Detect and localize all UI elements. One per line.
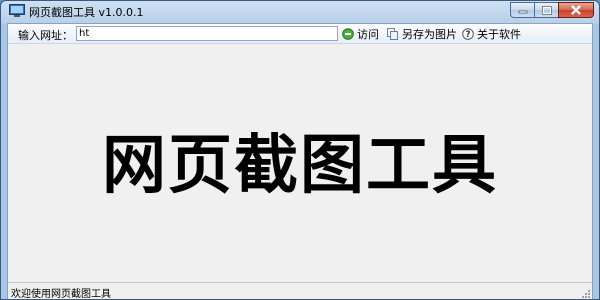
copy-page-icon <box>387 27 398 40</box>
status-text: 欢迎使用网页截图工具 <box>11 289 111 300</box>
client-area: 输入网址： 访问 另存为图片 ? <box>7 23 593 300</box>
status-bar: 欢迎使用网页截图工具 <box>8 282 592 300</box>
close-button[interactable] <box>558 2 594 18</box>
about-label: 关于软件 <box>477 27 521 41</box>
about-button[interactable]: ? 关于软件 <box>462 26 521 41</box>
help-icon: ? <box>462 27 474 40</box>
app-window: 网页截图工具 v1.0.0.1 输入网址： 访问 <box>0 0 600 300</box>
app-headline: 网页截图工具 <box>102 129 498 203</box>
maximize-icon <box>541 5 552 15</box>
toolbar: 输入网址： 访问 另存为图片 ? <box>8 24 592 44</box>
url-input[interactable] <box>76 26 338 41</box>
minimize-icon <box>518 10 527 14</box>
visit-label: 访问 <box>357 27 379 41</box>
minimize-button[interactable] <box>510 2 535 18</box>
svg-text:?: ? <box>465 30 470 40</box>
title-bar[interactable]: 网页截图工具 v1.0.0.1 <box>1 1 599 21</box>
resize-grip-icon[interactable] <box>581 289 591 299</box>
visit-button[interactable]: 访问 <box>342 26 379 41</box>
save-as-image-button[interactable]: 另存为图片 <box>387 26 457 41</box>
maximize-button[interactable] <box>534 2 559 18</box>
save-as-image-label: 另存为图片 <box>402 27 457 41</box>
url-label: 输入网址： <box>18 29 73 42</box>
app-icon <box>9 4 25 17</box>
window-title: 网页截图工具 v1.0.0.1 <box>29 6 144 19</box>
close-icon <box>571 5 581 15</box>
go-icon <box>342 27 354 40</box>
